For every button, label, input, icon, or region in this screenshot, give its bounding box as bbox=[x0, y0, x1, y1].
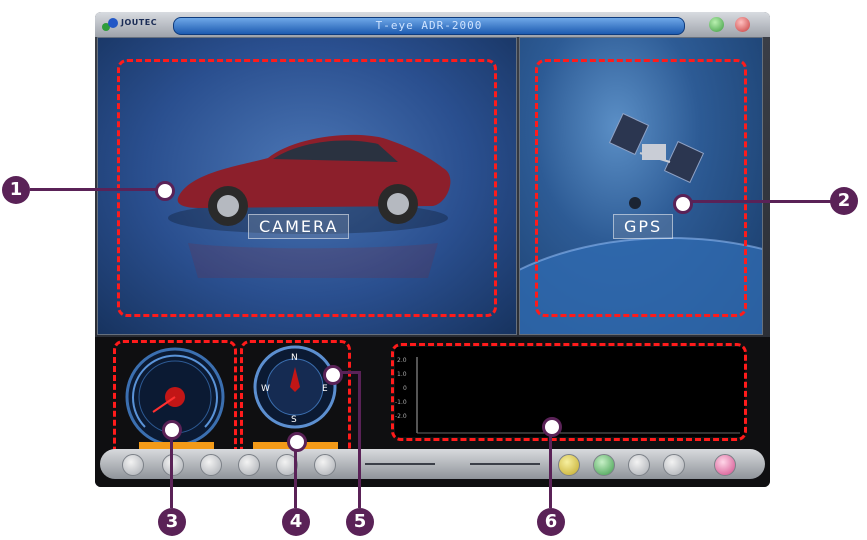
callout-line bbox=[686, 200, 832, 203]
capture-icon[interactable] bbox=[628, 454, 650, 476]
close-button[interactable] bbox=[735, 17, 750, 32]
eject-icon[interactable] bbox=[238, 454, 260, 476]
callout-dot bbox=[673, 194, 693, 214]
close-icon[interactable] bbox=[714, 454, 736, 476]
callout-1: 1 bbox=[2, 176, 30, 204]
callout-dot bbox=[542, 417, 562, 437]
playback-control-bar bbox=[100, 449, 765, 479]
graph-highlight bbox=[391, 343, 747, 441]
callout-line bbox=[170, 432, 173, 508]
title-pill: T-eye ADR-2000 bbox=[173, 17, 685, 35]
callout-dot bbox=[155, 181, 175, 201]
play-icon[interactable] bbox=[162, 454, 184, 476]
app-logo-icon bbox=[102, 18, 118, 31]
seek-slider[interactable] bbox=[470, 463, 540, 465]
minimize-button[interactable] bbox=[709, 17, 724, 32]
fast-forward-icon[interactable] bbox=[200, 454, 222, 476]
callout-3: 3 bbox=[158, 508, 186, 536]
brand-name: JOUTEC bbox=[121, 18, 158, 27]
next-icon[interactable] bbox=[314, 454, 336, 476]
callout-5: 5 bbox=[346, 508, 374, 536]
callout-dot bbox=[323, 365, 343, 385]
application-window: JOUTEC T-eye ADR-2000 CAMERA GPS N S W E… bbox=[95, 12, 770, 487]
callout-4: 4 bbox=[282, 508, 310, 536]
callout-line bbox=[30, 188, 158, 191]
rewind-icon[interactable] bbox=[122, 454, 144, 476]
callout-dot bbox=[162, 420, 182, 440]
callout-dot bbox=[287, 432, 307, 452]
callout-line bbox=[549, 428, 552, 508]
settings-icon[interactable] bbox=[663, 454, 685, 476]
callout-6: 6 bbox=[537, 508, 565, 536]
volume-slider[interactable] bbox=[365, 463, 435, 465]
speedometer-highlight bbox=[113, 340, 237, 461]
instrument-area: N S W E 2.0 1.0 0 -1.0 -2.0 bbox=[95, 337, 770, 487]
window-title: T-eye ADR-2000 bbox=[375, 19, 483, 32]
gps-highlight bbox=[535, 59, 747, 317]
callout-2: 2 bbox=[830, 187, 858, 215]
folder-icon[interactable] bbox=[558, 454, 580, 476]
save-icon[interactable] bbox=[593, 454, 615, 476]
callout-line bbox=[358, 371, 361, 508]
title-bar: JOUTEC T-eye ADR-2000 bbox=[95, 12, 770, 37]
